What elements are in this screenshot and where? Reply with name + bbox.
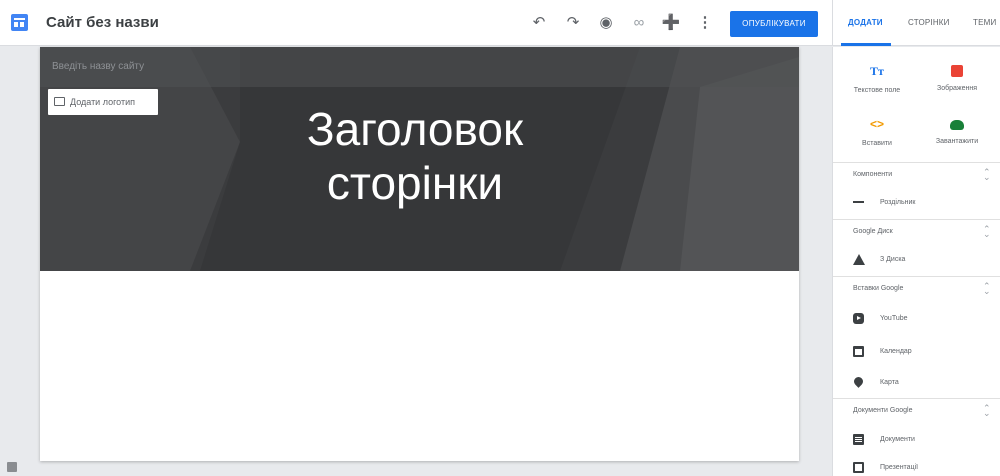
- eye-icon[interactable]: ◉: [595, 12, 617, 34]
- site-nav-strip: [40, 47, 799, 87]
- page-title-line-1: Заголовок: [306, 103, 524, 155]
- divider-icon: [853, 201, 864, 203]
- map-pin-icon: [852, 375, 865, 388]
- section-drive-title[interactable]: Google Диск: [853, 228, 893, 235]
- page-canvas: Введіть назву сайту Додати логотип Загол…: [40, 47, 799, 461]
- page-title-line-2: сторінки: [326, 157, 504, 209]
- collapse-toggle-icon[interactable]: ⌃ ⌄: [983, 225, 991, 239]
- insert-divider-label: Роздільник: [880, 199, 916, 206]
- site-name-input[interactable]: Введіть назву сайту: [52, 61, 144, 72]
- more-vert-icon[interactable]: ⋮: [694, 12, 716, 34]
- section-docs-google-title[interactable]: Документи Google: [853, 407, 912, 414]
- insert-upload[interactable]: Завантажити: [917, 116, 997, 145]
- section-components-title[interactable]: Компоненти: [853, 171, 892, 178]
- insert-image-label: Зображення: [936, 85, 977, 92]
- insert-docs-label: Документи: [880, 436, 915, 443]
- section-divider: [833, 276, 1000, 277]
- section-divider: [833, 398, 1000, 399]
- insert-map-label: Карта: [880, 379, 899, 386]
- tab-pages[interactable]: СТОРІНКИ: [908, 18, 950, 27]
- insert-upload-label: Завантажити: [935, 138, 979, 145]
- help-icon[interactable]: [7, 462, 17, 472]
- insert-embed-label: Вставити: [862, 140, 892, 147]
- sidebar-tabs: ДОДАТИ СТОРІНКИ ТЕМИ: [832, 0, 1000, 46]
- drive-icon: [853, 254, 865, 265]
- add-logo-button[interactable]: Додати логотип: [48, 89, 158, 115]
- text-box-icon: Tт: [870, 64, 884, 78]
- section-divider: [833, 162, 1000, 163]
- embed-code-icon: <>: [869, 117, 884, 131]
- collapse-toggle-icon[interactable]: ⌃ ⌄: [983, 404, 991, 418]
- insert-sidebar: Tт Текстове поле Зображення <> Вставити …: [832, 47, 1000, 476]
- collapse-toggle-icon[interactable]: ⌃ ⌄: [983, 282, 991, 296]
- section-divider: [833, 219, 1000, 220]
- add-person-icon[interactable]: ➕: [660, 12, 682, 34]
- publish-button[interactable]: ОПУБЛІКУВАТИ: [730, 11, 818, 37]
- undo-icon[interactable]: ↶: [528, 12, 550, 34]
- link-icon[interactable]: ∞: [628, 12, 650, 34]
- insert-calendar-label: Календар: [880, 348, 912, 355]
- insert-slides-label: Презентації: [880, 464, 919, 471]
- active-tab-indicator: [841, 43, 891, 46]
- insert-embed[interactable]: <> Вставити: [837, 116, 917, 147]
- page-header[interactable]: Введіть назву сайту Додати логотип Загол…: [40, 47, 799, 271]
- insert-youtube-label: YouTube: [880, 315, 908, 322]
- insert-from-drive-label: З Диска: [880, 256, 906, 263]
- upload-cloud-icon: [950, 120, 964, 130]
- insert-text-box[interactable]: Tт Текстове поле: [837, 63, 917, 94]
- docs-icon: [853, 434, 864, 445]
- youtube-icon: [853, 313, 864, 324]
- collapse-toggle-icon[interactable]: ⌃ ⌄: [983, 168, 991, 182]
- slides-icon: [853, 462, 864, 473]
- redo-icon[interactable]: ↷: [562, 12, 584, 34]
- insert-image[interactable]: Зображення: [917, 63, 997, 92]
- sites-logo-icon: [11, 14, 28, 31]
- insert-text-box-label: Текстове поле: [853, 87, 901, 94]
- page-title[interactable]: Заголовок сторінки: [195, 102, 635, 210]
- top-bar: Сайт без назви ↶ ↷ ◉ ∞ ➕ ⋮ ОПУБЛІКУВАТИ …: [0, 0, 1000, 46]
- site-title[interactable]: Сайт без назви: [46, 14, 159, 31]
- tab-themes[interactable]: ТЕМИ: [973, 18, 996, 27]
- calendar-icon: [853, 346, 864, 357]
- add-logo-label: Додати логотип: [70, 97, 135, 107]
- image-icon: [54, 97, 65, 106]
- section-embed-google-title[interactable]: Вставки Google: [853, 285, 903, 292]
- image-icon: [951, 65, 963, 77]
- tab-insert[interactable]: ДОДАТИ: [848, 18, 883, 27]
